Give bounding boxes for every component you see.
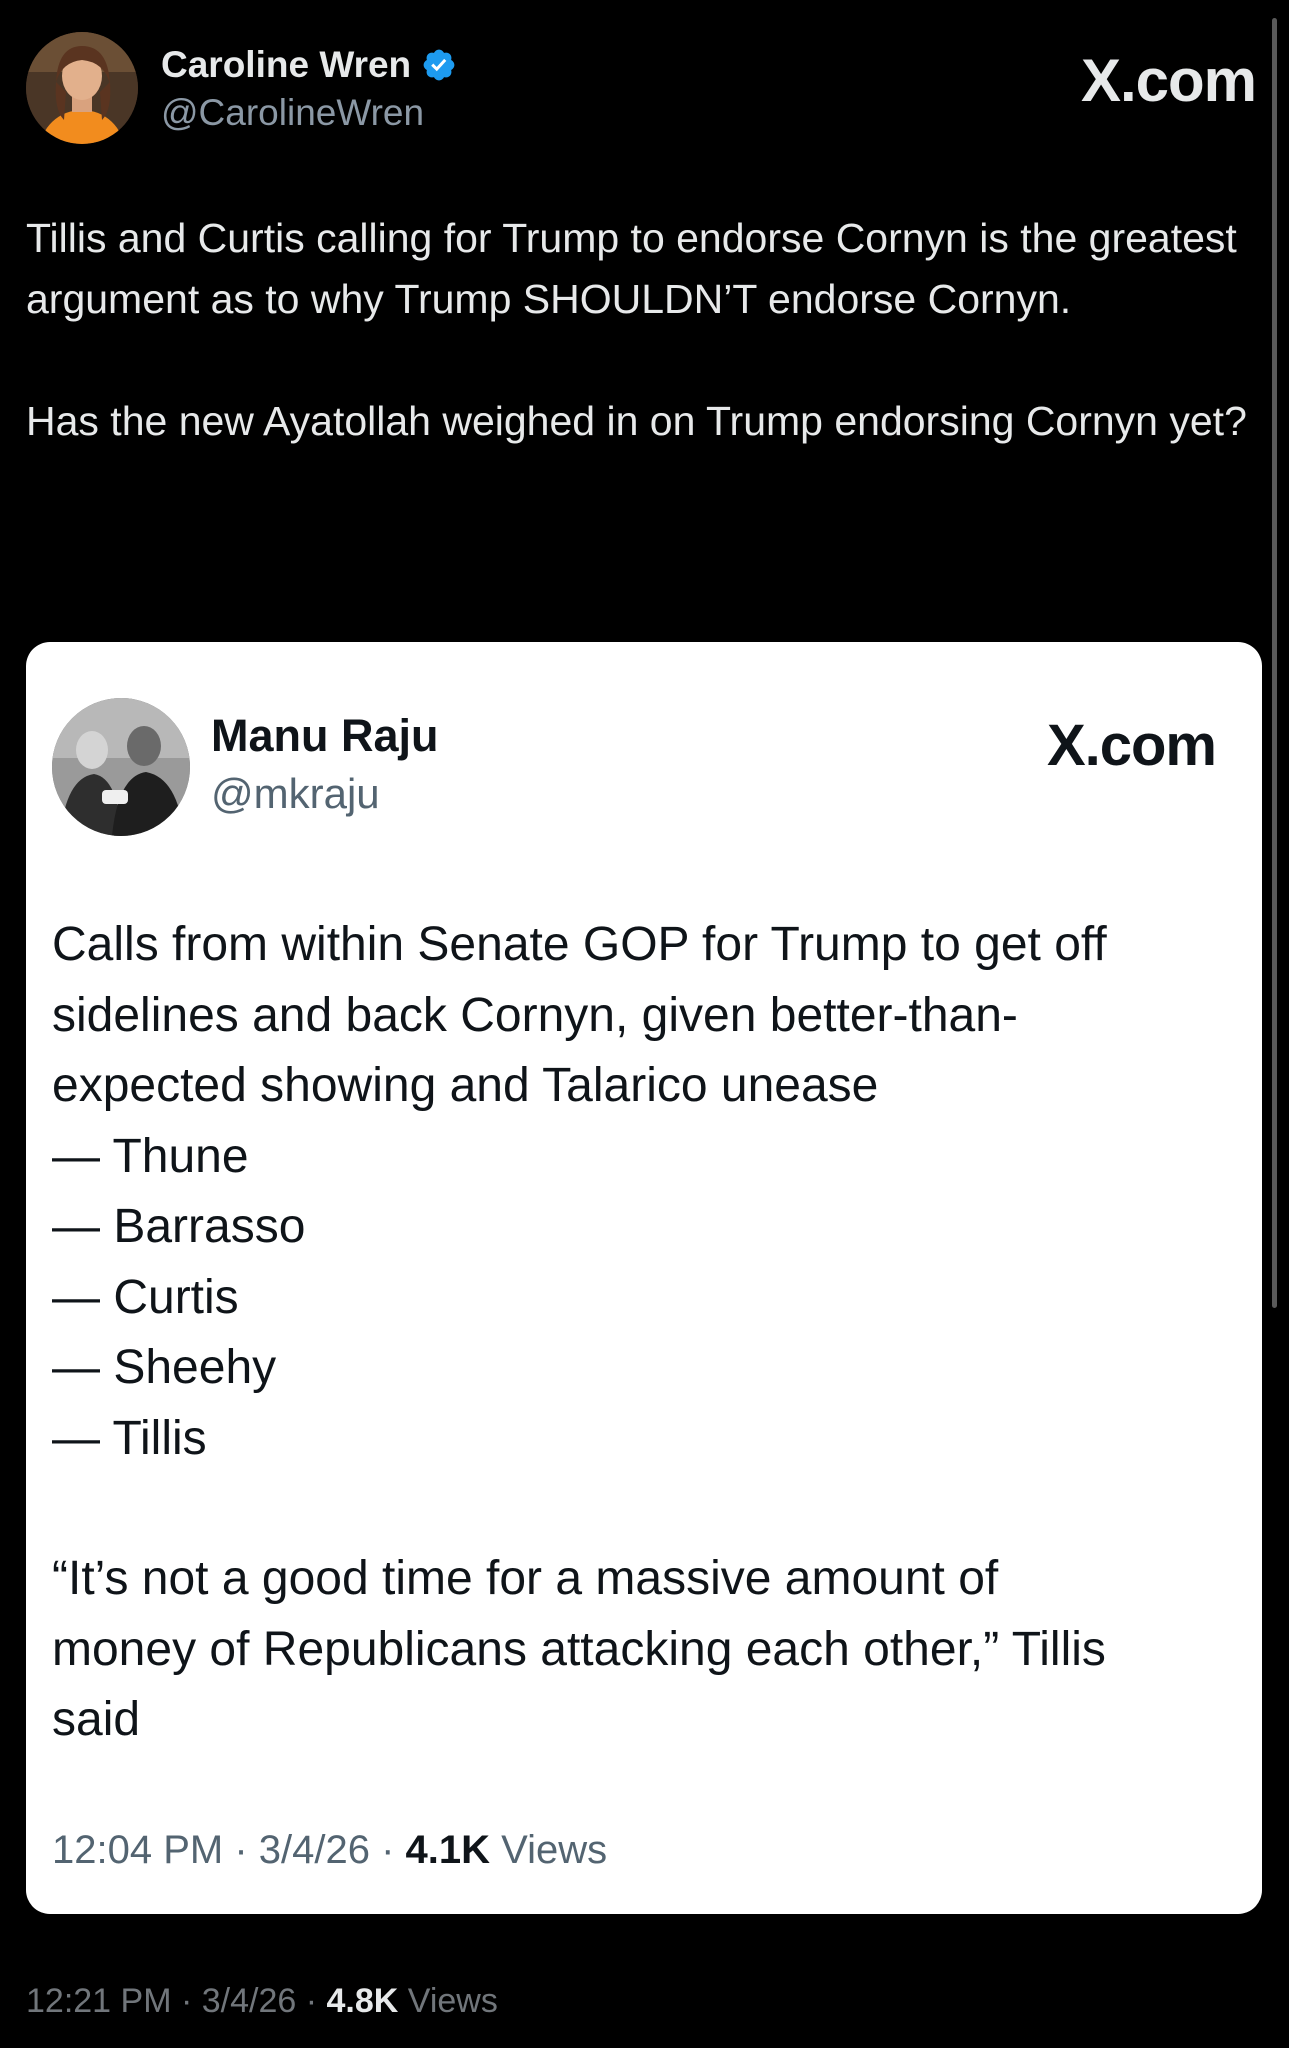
- quoted-views-label: Views: [501, 1828, 608, 1872]
- senator-list-item: — Curtis: [52, 1270, 239, 1324]
- quoted-tweet-card[interactable]: Manu Raju @mkraju X.com Calls from withi…: [26, 642, 1262, 1914]
- quoted-views-count: 4.1K: [405, 1828, 491, 1872]
- verified-badge-icon: [423, 49, 455, 81]
- tweet-time[interactable]: 12:21 PM: [26, 1982, 172, 2020]
- senator-list-item: — Thune: [52, 1129, 249, 1183]
- quoted-text-line: expected showing and Talarico unease: [52, 1059, 879, 1112]
- senator-list-item: — Tillis: [52, 1411, 207, 1465]
- separator-dot: ·: [296, 1982, 327, 2020]
- quote-line: money of Republicans attacking each othe…: [52, 1622, 1106, 1676]
- quoted-display-name[interactable]: Manu Raju: [211, 710, 439, 762]
- separator-dot: ·: [223, 1828, 259, 1872]
- tweet-meta: 12:21 PM · 3/4/26 · 4.8K Views: [26, 1982, 498, 2021]
- scrollbar[interactable]: [1272, 18, 1277, 1308]
- tweet-date[interactable]: 3/4/26: [202, 1982, 297, 2020]
- quoted-tweet-text: Calls from within Senate GOP for Trump t…: [52, 910, 1232, 1756]
- quote-line: “It’s not a good time for a massive amou…: [52, 1552, 999, 1605]
- senator-list-item: — Barrasso: [52, 1200, 306, 1253]
- quoted-handle[interactable]: @mkraju: [211, 770, 380, 818]
- outer-tweet-header: Caroline Wren @CarolineWren X.com: [26, 32, 1257, 152]
- display-name[interactable]: Caroline Wren: [161, 44, 411, 86]
- quoted-time[interactable]: 12:04 PM: [52, 1828, 223, 1872]
- views-label: Views: [407, 1982, 498, 2020]
- separator-dot: ·: [171, 1982, 202, 2020]
- senator-list-item: — Sheehy: [52, 1341, 277, 1394]
- x-logo: X.com: [1080, 47, 1257, 114]
- quote-line: said: [52, 1693, 141, 1746]
- quoted-text-line: sidelines and back Cornyn, given better-…: [52, 988, 1018, 1042]
- avatar[interactable]: [26, 32, 138, 144]
- handle[interactable]: @CarolineWren: [161, 92, 424, 134]
- tweet-text: Tillis and Curtis calling for Trump to e…: [26, 215, 1247, 444]
- separator-dot: ·: [369, 1828, 406, 1872]
- views-count: 4.8K: [326, 1982, 399, 2020]
- quoted-text-line: Calls from within Senate GOP for Trump t…: [52, 918, 1107, 971]
- quoted-x-logo: X.com: [1046, 713, 1217, 778]
- quoted-tweet-meta: 12:04 PM · 3/4/26 · 4.1K Views: [52, 1828, 607, 1873]
- quoted-avatar[interactable]: [52, 698, 190, 836]
- name-row: Caroline Wren: [161, 44, 457, 86]
- quoted-date[interactable]: 3/4/26: [259, 1828, 370, 1872]
